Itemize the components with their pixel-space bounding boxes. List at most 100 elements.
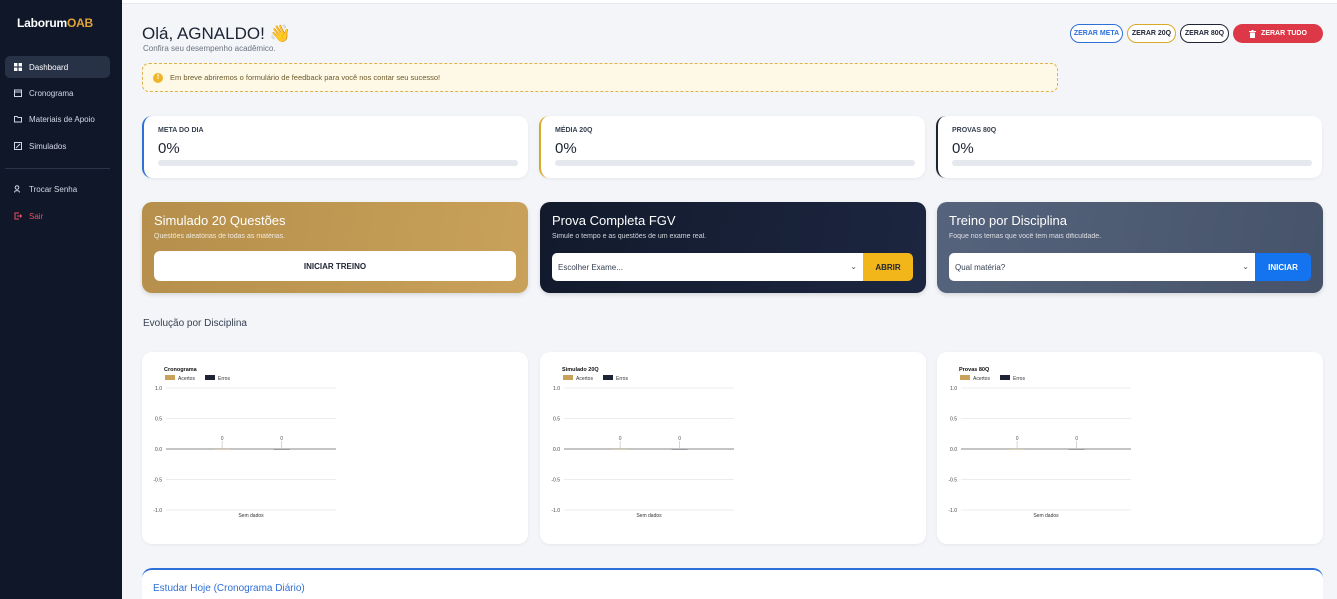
data-label: 0 [1016, 436, 1019, 442]
legend-label: Erros [218, 376, 230, 382]
alert-text: Em breve abriremos o formulário de feedb… [170, 73, 441, 82]
y-tick-label: -0.5 [153, 478, 162, 484]
card-description: Simule o tempo e as questões de um exame… [552, 233, 707, 240]
zerar-tudo-button[interactable]: ZERAR TUDO [1233, 24, 1323, 43]
card-description: Questões aleatórias de todas as matérias… [154, 233, 286, 240]
data-label: 0 [221, 436, 224, 442]
y-tick-label: -1.0 [948, 508, 957, 514]
sidebar-item-simulados[interactable]: Simulados [5, 135, 110, 157]
evolution-chart: Simulado 20Q Acertos Erros 1.0 0.5 0.0 -0.5 -1.… [551, 367, 734, 519]
subject-select-value: Qual matéria? [955, 262, 1006, 272]
y-tick-label: 0.0 [950, 447, 957, 453]
sidebar-item-label: Trocar Senha [29, 184, 78, 194]
app-logo[interactable]: LaborumOAB [17, 16, 93, 30]
legend-label: Acertos [973, 376, 990, 382]
y-tick-label: 0.5 [155, 417, 162, 423]
y-tick-label: 0.0 [155, 447, 162, 453]
info-icon: ! [153, 72, 163, 83]
stat-label: META DO DIA [158, 127, 204, 134]
sidebar-divider [5, 168, 110, 169]
data-label: 0 [678, 436, 681, 442]
stat-progress-bar [952, 160, 1312, 166]
treino-disciplina-card: Treino por Disciplina Foque nos temas qu… [937, 202, 1323, 293]
legend-swatch [563, 375, 573, 380]
card-title: Prova Completa FGV [552, 213, 676, 228]
y-tick-label: 0.5 [553, 417, 560, 423]
data-label: 0 [1075, 436, 1078, 442]
page-subtitle: Confira seu desempenho acadêmico. [143, 44, 276, 53]
legend-swatch [205, 375, 215, 380]
legend-label: Acertos [178, 376, 195, 382]
stat-value: 0% [555, 140, 577, 157]
prova-completa-card: Prova Completa FGV Simule o tempo e as q… [540, 202, 926, 293]
x-tick-label: Sem dados [1033, 513, 1059, 519]
zerar-meta-button[interactable]: ZERAR META [1070, 24, 1123, 43]
simulado-20-card: Simulado 20 Questões Questões aleatórias… [142, 202, 528, 293]
folder-icon [14, 115, 22, 123]
trash-icon [1249, 29, 1257, 38]
stat-label: MÉDIA 20Q [555, 127, 593, 134]
y-tick-label: 0.5 [950, 417, 957, 423]
section-title: Evolução por Disciplina [143, 318, 247, 329]
sidebar-item-label: Materiais de Apoio [29, 114, 95, 124]
data-label: 0 [280, 436, 283, 442]
chevron-down-icon: ⌄ [1242, 262, 1249, 271]
iniciar-treino-button[interactable]: INICIAR TREINO [154, 251, 516, 281]
y-tick-label: -0.5 [551, 478, 560, 484]
stat-card-media-20q: MÉDIA 20Q 0% [539, 116, 925, 178]
y-tick-label: -1.0 [153, 508, 162, 514]
exam-select[interactable]: Escolher Exame... ⌄ [552, 253, 863, 281]
card-title: Estudar Hoje (Cronograma Diário) [153, 583, 305, 594]
y-tick-label: 1.0 [950, 386, 957, 392]
sidebar-item-dashboard[interactable]: Dashboard [5, 56, 110, 78]
iniciar-button[interactable]: INICIAR [1255, 253, 1311, 281]
card-title: Simulado 20 Questões [154, 213, 286, 228]
chart-card-simulado-20q: Simulado 20Q Acertos Erros 1.0 0.5 0.0 -0.5 -1.… [540, 352, 926, 544]
card-title: Treino por Disciplina [949, 213, 1068, 228]
zerar-20q-button[interactable]: ZERAR 20Q [1127, 24, 1176, 43]
estudar-hoje-card: Estudar Hoje (Cronograma Diário) [142, 568, 1323, 599]
chart-title: Cronograma [164, 367, 198, 373]
stat-card-provas-80q: PROVAS 80Q 0% [936, 116, 1322, 178]
sidebar-item-sair[interactable]: Sair [5, 205, 110, 227]
legend-label: Erros [616, 376, 628, 382]
chart-title: Simulado 20Q [562, 367, 599, 373]
chart-card-provas-80q: Provas 80Q Acertos Erros 1.0 0.5 0.0 -0.5 -1.0 0… [937, 352, 1323, 544]
chevron-down-icon: ⌄ [850, 262, 857, 271]
sidebar-item-label: Sair [29, 211, 44, 221]
zerar-80q-button[interactable]: ZERAR 80Q [1180, 24, 1229, 43]
y-tick-label: -0.5 [948, 478, 957, 484]
legend-swatch [603, 375, 613, 380]
logout-icon [14, 212, 22, 220]
y-tick-label: 1.0 [553, 386, 560, 392]
stat-progress-bar [158, 160, 518, 166]
sidebar-item-cronograma[interactable]: Cronograma [5, 82, 110, 104]
stat-card-meta-do-dia: META DO DIA 0% [142, 116, 528, 178]
chart-card-cronograma: Cronograma Acertos Erros 1.0 0.5 0.0 -0.5 -1.0 0… [142, 352, 528, 544]
chart-title: Provas 80Q [959, 367, 990, 373]
sidebar-item-label: Cronograma [29, 88, 74, 98]
top-bar [122, 0, 1337, 4]
sidebar-item-label: Simulados [29, 141, 67, 151]
y-tick-label: 1.0 [155, 386, 162, 392]
subject-select[interactable]: Qual matéria? ⌄ [949, 253, 1255, 281]
zerar-tudo-label: ZERAR TUDO [1261, 30, 1307, 37]
sidebar-item-trocar-senha[interactable]: Trocar Senha [5, 178, 110, 200]
legend-swatch [1000, 375, 1010, 380]
edit-icon [14, 142, 22, 150]
evolution-chart: Provas 80Q Acertos Erros 1.0 0.5 0.0 -0.5 -1.0 0… [948, 367, 1131, 519]
sidebar-item-label: Dashboard [29, 62, 69, 72]
stat-label: PROVAS 80Q [952, 127, 997, 134]
data-label: 0 [619, 436, 622, 442]
feedback-alert: ! Em breve abriremos o formulário de fee… [142, 63, 1058, 92]
abrir-button[interactable]: ABRIR [863, 253, 913, 281]
grid-icon [14, 63, 22, 71]
legend-swatch [960, 375, 970, 380]
stat-value: 0% [952, 140, 974, 157]
legend-label: Erros [1013, 376, 1025, 382]
stat-progress-bar [555, 160, 915, 166]
sidebar-item-materiais[interactable]: Materiais de Apoio [5, 108, 110, 130]
legend-label: Acertos [576, 376, 593, 382]
card-description: Foque nos temas que você tem mais dificu… [949, 233, 1102, 240]
x-tick-label: Sem dados [238, 513, 264, 519]
